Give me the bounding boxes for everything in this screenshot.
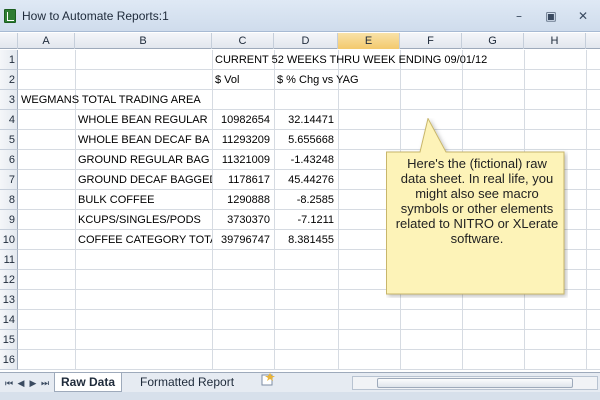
cell-d6[interactable]: -1.43248 (274, 150, 338, 170)
window-title: How to Automate Reports:1 (22, 9, 169, 23)
column-header-f[interactable]: F (400, 33, 462, 49)
select-all-corner[interactable] (0, 33, 18, 49)
cell-c5[interactable]: 11293209 (212, 130, 274, 150)
restore-button[interactable]: ▣ (540, 7, 562, 25)
cell-d8[interactable]: -8.2585 (274, 190, 338, 210)
cell-b6[interactable]: GROUND REGULAR BAG (78, 150, 212, 170)
cell-c2[interactable]: $ Vol (215, 70, 273, 90)
row-header[interactable]: 3 (0, 90, 18, 110)
cell-b9[interactable]: KCUPS/SINGLES/PODS (78, 210, 212, 230)
cell-d5[interactable]: 5.655668 (274, 130, 338, 150)
previous-sheet-button[interactable]: ◀ (16, 376, 26, 390)
column-header-a[interactable]: A (18, 33, 75, 49)
column-header-d[interactable]: D (274, 33, 338, 49)
cell-a3[interactable]: WEGMANS TOTAL TRADING AREA (21, 90, 271, 110)
row-header[interactable]: 4 (0, 110, 18, 130)
column-header-e[interactable]: E (338, 33, 400, 49)
cell-b7[interactable]: GROUND DECAF BAGGED (78, 170, 212, 190)
callout-text: Here's the (fictional) raw data sheet. I… (395, 156, 559, 246)
cell-d2[interactable]: $ % Chg vs YAG (277, 70, 397, 90)
cell-d9[interactable]: -7.1211 (274, 210, 338, 230)
tab-formatted-report[interactable]: Formatted Report (134, 373, 240, 392)
first-sheet-button[interactable]: ⏮ (4, 376, 14, 390)
cell-c8[interactable]: 1290888 (212, 190, 274, 210)
cell-d10[interactable]: 8.381455 (274, 230, 338, 250)
row-header[interactable]: 15 (0, 330, 18, 350)
scrollbar-thumb[interactable] (377, 378, 573, 388)
row-header[interactable]: 8 (0, 190, 18, 210)
row-header[interactable]: 16 (0, 350, 18, 370)
minimize-button[interactable]: – (508, 7, 530, 25)
column-header-row: A B C D E F G H (0, 33, 600, 49)
title-bar: How to Automate Reports:1 – ▣ ✕ (0, 0, 600, 32)
close-button[interactable]: ✕ (572, 7, 594, 25)
row-header[interactable]: 6 (0, 150, 18, 170)
row-header[interactable]: 10 (0, 230, 18, 250)
status-bar (0, 392, 600, 400)
cell-b4[interactable]: WHOLE BEAN REGULAR (78, 110, 212, 130)
column-header-h[interactable]: H (524, 33, 586, 49)
cell-c9[interactable]: 3730370 (212, 210, 274, 230)
row-header[interactable]: 1 (0, 50, 18, 70)
cell-b8[interactable]: BULK COFFEE (78, 190, 212, 210)
excel-icon (4, 9, 16, 23)
last-sheet-button[interactable]: ⏭ (40, 376, 50, 390)
sheet-tabs-bar: ⏮ ◀ ▶ ⏭ Raw Data Formatted Report (0, 372, 600, 392)
row-header[interactable]: 14 (0, 310, 18, 330)
column-header-b[interactable]: B (75, 33, 212, 49)
next-sheet-button[interactable]: ▶ (28, 376, 38, 390)
callout-note[interactable]: Here's the (fictional) raw data sheet. I… (386, 117, 568, 298)
cell-c6[interactable]: 11321009 (212, 150, 274, 170)
cell-d4[interactable]: 32.14471 (274, 110, 338, 130)
column-header-g[interactable]: G (462, 33, 524, 49)
row-header[interactable]: 5 (0, 130, 18, 150)
cell-c7[interactable]: 1178617 (212, 170, 274, 190)
row-header[interactable]: 7 (0, 170, 18, 190)
cell-b5[interactable]: WHOLE BEAN DECAF BA (78, 130, 212, 150)
horizontal-scrollbar[interactable] (352, 376, 598, 390)
cell-c1[interactable]: CURRENT 52 WEEKS THRU WEEK ENDING 09/01/… (215, 50, 595, 70)
row-header[interactable]: 13 (0, 290, 18, 310)
cell-c4[interactable]: 10982654 (212, 110, 274, 130)
row-header[interactable]: 2 (0, 70, 18, 90)
tab-raw-data[interactable]: Raw Data (54, 373, 123, 392)
row-header[interactable]: 12 (0, 270, 18, 290)
insert-sheet-icon[interactable] (254, 373, 282, 392)
cell-b10[interactable]: COFFEE CATEGORY TOTAL (78, 230, 212, 250)
cell-c10[interactable]: 39796747 (212, 230, 274, 250)
cell-d7[interactable]: 45.44276 (274, 170, 338, 190)
row-header[interactable]: 11 (0, 250, 18, 270)
column-header-c[interactable]: C (212, 33, 274, 49)
row-header[interactable]: 9 (0, 210, 18, 230)
